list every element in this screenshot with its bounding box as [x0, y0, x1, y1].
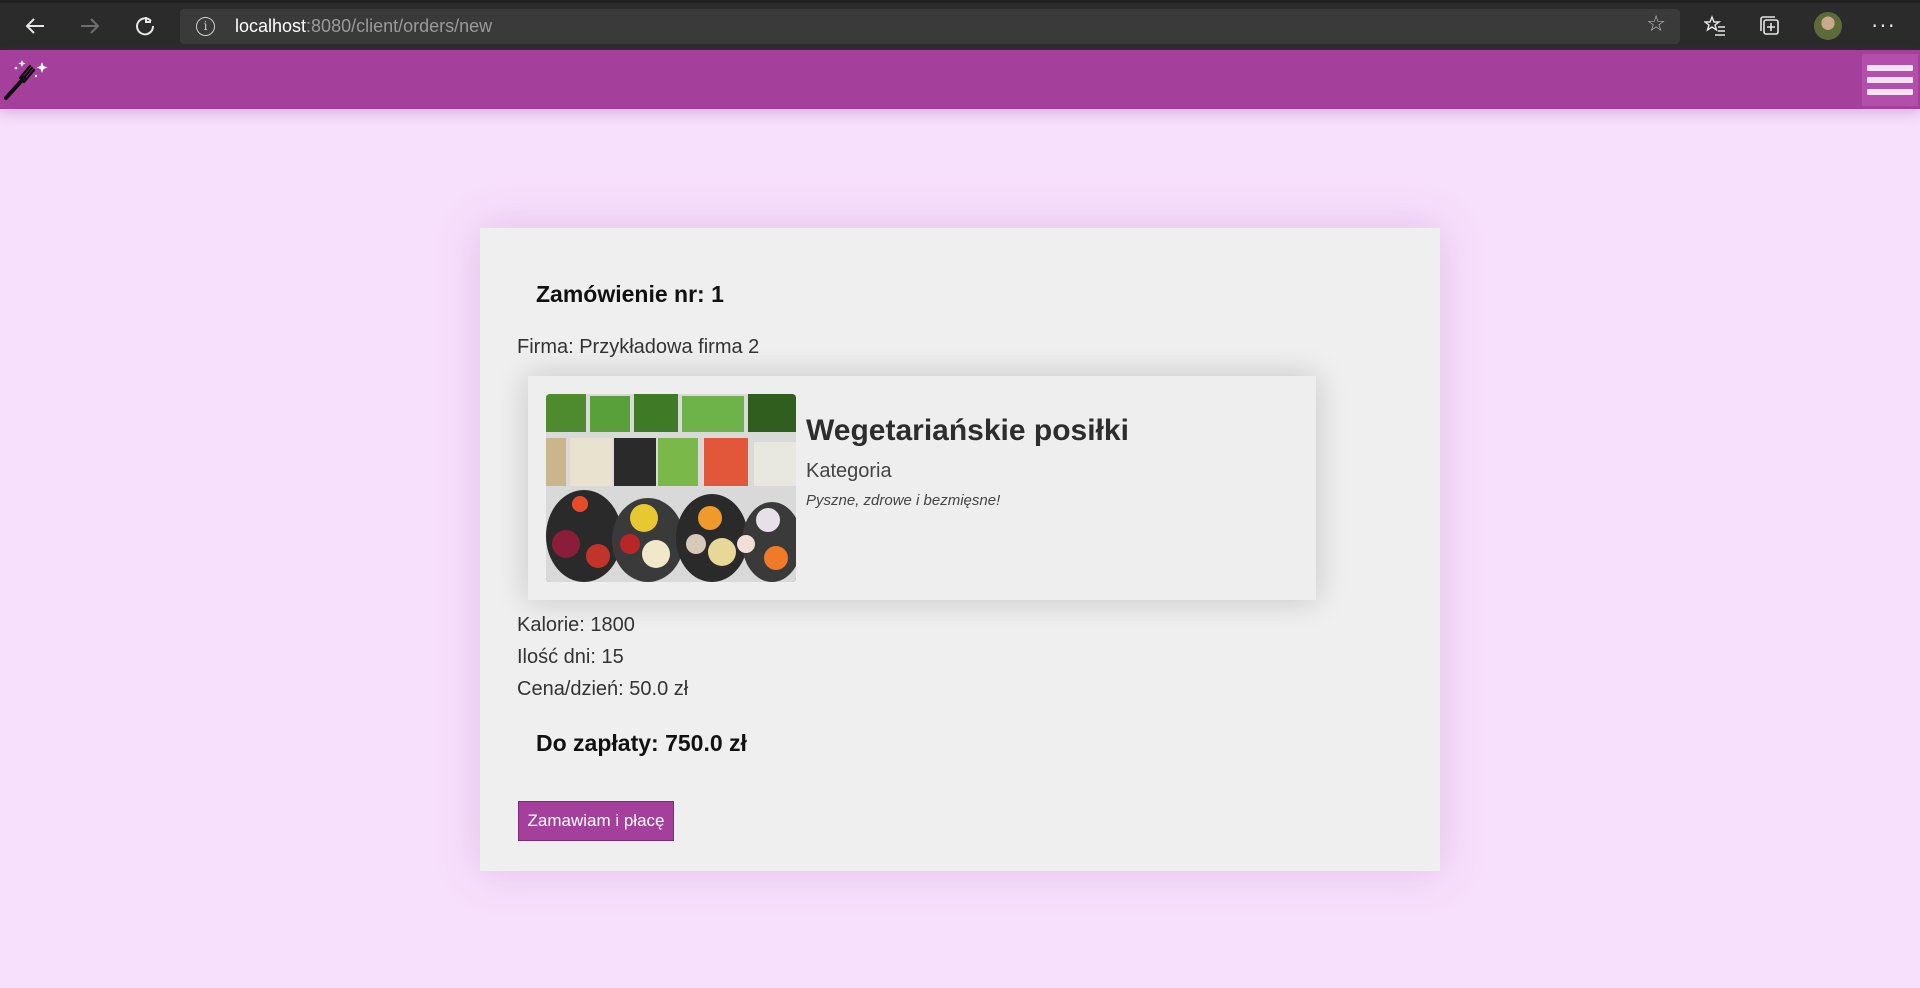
product-category: Kategoria — [806, 460, 892, 482]
hamburger-bar — [1867, 89, 1913, 95]
profile-avatar[interactable] — [1814, 12, 1842, 40]
more-icon[interactable]: ··· — [1868, 10, 1900, 42]
days-count: Ilość dni: 15 — [517, 646, 624, 668]
company-name: Firma: Przykładowa firma 2 — [517, 336, 760, 358]
calories: Kalorie: 1800 — [517, 614, 635, 636]
url-path: :8080/client/orders/new — [306, 16, 493, 36]
order-and-pay-button[interactable]: Zamawiam i płacę — [518, 801, 674, 841]
magic-fork-icon[interactable] — [2, 58, 52, 102]
collections-icon[interactable] — [1754, 10, 1786, 42]
product-name: Wegetariańskie posiłki — [806, 414, 1129, 447]
hamburger-bar — [1867, 65, 1913, 71]
address-bar[interactable]: i localhost:8080/client/orders/new ☆ — [180, 9, 1680, 44]
tab-strip-edge — [0, 0, 1920, 3]
total-amount: Do zapłaty: 750.0 zł — [536, 730, 747, 756]
url-host: localhost — [235, 16, 307, 36]
star-icon[interactable]: ☆ — [1646, 12, 1666, 37]
order-title: Zamówienie nr: 1 — [536, 281, 724, 307]
refresh-icon[interactable] — [127, 8, 163, 44]
info-icon[interactable]: i — [196, 17, 215, 36]
back-icon[interactable] — [17, 8, 53, 44]
app-navbar — [0, 50, 1920, 109]
product-card[interactable]: Wegetariańskie posiłki Kategoria Pyszne,… — [528, 376, 1316, 600]
url-text[interactable]: localhost:8080/client/orders/new — [235, 16, 492, 37]
order-card: Zamówienie nr: 1 Firma: Przykładowa firm… — [480, 228, 1440, 871]
product-description: Pyszne, zdrowe i bezmięsne! — [806, 492, 1001, 509]
price-per-day: Cena/dzień: 50.0 zł — [517, 678, 689, 700]
hamburger-bar — [1867, 77, 1913, 83]
forward-icon[interactable] — [72, 8, 108, 44]
product-image — [546, 394, 796, 582]
hamburger-icon[interactable] — [1862, 54, 1918, 106]
browser-toolbar: i localhost:8080/client/orders/new ☆ ··· — [0, 0, 1920, 50]
favorites-icon[interactable] — [1699, 10, 1731, 42]
